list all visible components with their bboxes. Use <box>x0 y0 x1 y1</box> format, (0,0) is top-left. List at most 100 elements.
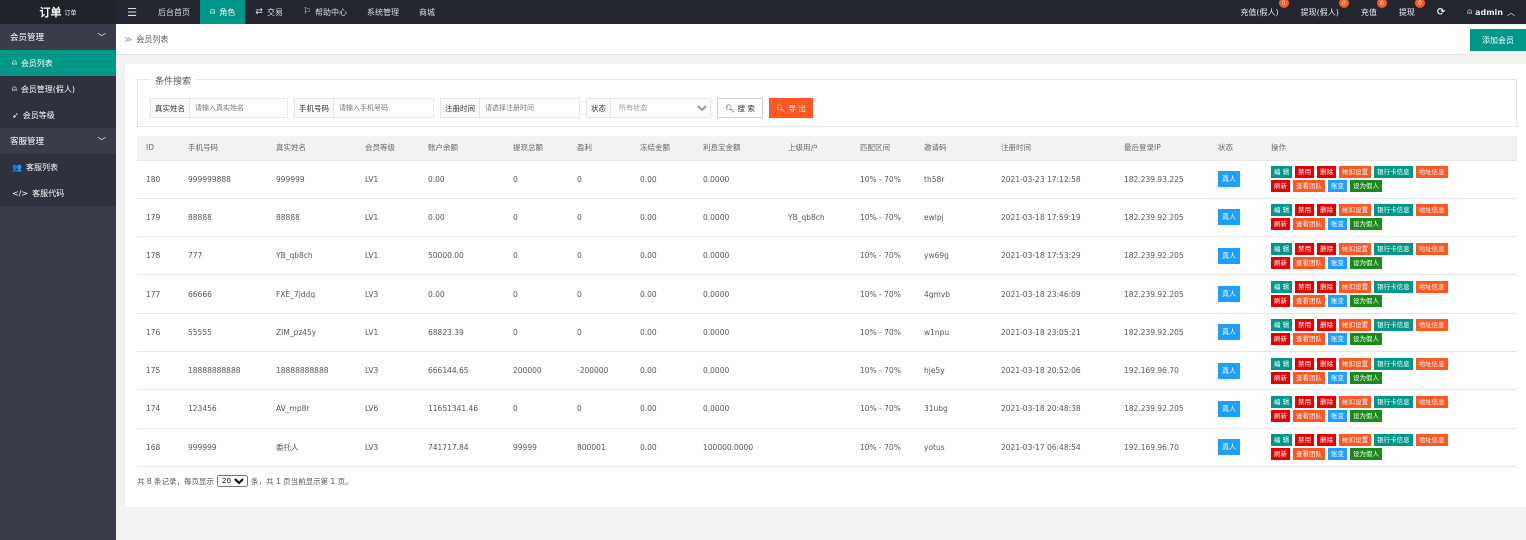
row-action-button[interactable]: 帐扣设置 <box>1339 166 1372 179</box>
add-member-button[interactable]: 添加会员 <box>1470 29 1526 51</box>
row-action-button[interactable]: 设为假人 <box>1350 371 1382 384</box>
row-action-button[interactable]: 银行卡信息 <box>1374 434 1413 447</box>
row-action-button[interactable]: 编 辑 <box>1271 434 1293 447</box>
row-action-button[interactable]: 地址信息 <box>1415 204 1448 217</box>
row-action-button[interactable]: 地址信息 <box>1415 434 1448 447</box>
row-action-button[interactable]: 刷新 <box>1271 333 1290 346</box>
sidebar-item-member-list[interactable]: ⍝ 会员列表 <box>0 50 116 76</box>
row-action-button[interactable]: 刷新 <box>1271 180 1290 193</box>
row-action-button[interactable]: 设为假人 <box>1350 333 1382 346</box>
row-action-button[interactable]: 帐扣设置 <box>1339 204 1372 217</box>
sidebar-item-service-list[interactable]: 👥 客服列表 <box>0 154 116 180</box>
row-action-button[interactable]: 设为假人 <box>1350 218 1382 231</box>
row-action-button[interactable]: 帐扣设置 <box>1339 319 1372 332</box>
search-button[interactable]: 🔍︎ 搜 索 <box>717 98 763 118</box>
realname-input[interactable] <box>190 98 288 118</box>
row-action-button[interactable]: 查看团队 <box>1293 333 1325 346</box>
row-action-button[interactable]: 禁用 <box>1295 395 1315 408</box>
nav-shop[interactable]: 商城 <box>409 0 445 24</box>
row-action-button[interactable]: 设为假人 <box>1350 180 1382 193</box>
row-action-button[interactable]: 编 辑 <box>1271 395 1293 408</box>
row-action-button[interactable]: 地址信息 <box>1415 357 1448 370</box>
row-action-button[interactable]: 帐扣设置 <box>1339 357 1372 370</box>
nav-system[interactable]: 系统管理 <box>357 0 409 24</box>
row-action-button[interactable]: 刷新 <box>1271 218 1290 231</box>
menu-icon[interactable]: ☰ <box>116 0 148 24</box>
row-action-button[interactable]: 地址信息 <box>1415 281 1448 294</box>
row-action-button[interactable]: 设为假人 <box>1350 409 1382 422</box>
user-menu[interactable]: ⍝ admin ︿ <box>1456 0 1526 24</box>
row-action-button[interactable]: 账变 <box>1328 409 1347 422</box>
row-action-button[interactable]: 禁用 <box>1295 242 1315 255</box>
row-action-button[interactable]: 地址信息 <box>1415 395 1448 408</box>
row-action-button[interactable]: 设为假人 <box>1350 448 1382 461</box>
row-action-button[interactable]: 地址信息 <box>1415 242 1448 255</box>
row-action-button[interactable]: 银行卡信息 <box>1374 319 1413 332</box>
row-action-button[interactable]: 删除 <box>1317 319 1337 332</box>
sidebar-item-service-code[interactable]: </> 客服代码 <box>0 180 116 206</box>
row-action-button[interactable]: 删除 <box>1317 242 1337 255</box>
row-action-button[interactable]: 查看团队 <box>1293 218 1325 231</box>
row-action-button[interactable]: 查看团队 <box>1293 295 1325 308</box>
export-button[interactable]: 🔍︎ 导 出 <box>768 98 813 118</box>
row-action-button[interactable]: 刷新 <box>1271 409 1290 422</box>
row-action-button[interactable]: 查看团队 <box>1293 256 1325 269</box>
row-action-button[interactable]: 编 辑 <box>1271 357 1293 370</box>
row-action-button[interactable]: 编 辑 <box>1271 204 1293 217</box>
row-action-button[interactable]: 查看团队 <box>1293 371 1325 384</box>
nav-home[interactable]: 后台首页 <box>148 0 200 24</box>
row-action-button[interactable]: 刷新 <box>1271 295 1290 308</box>
nav-recharge-fake[interactable]: 充值(假人) 0 <box>1229 0 1289 24</box>
row-action-button[interactable]: 账变 <box>1328 180 1347 193</box>
row-action-button[interactable]: 银行卡信息 <box>1374 395 1413 408</box>
sidebar-item-member-level[interactable]: ➶ 会员等级 <box>0 102 116 128</box>
row-action-button[interactable]: 银行卡信息 <box>1374 281 1413 294</box>
row-action-button[interactable]: 设为假人 <box>1350 295 1382 308</box>
row-action-button[interactable]: 银行卡信息 <box>1374 242 1413 255</box>
row-action-button[interactable]: 禁用 <box>1295 319 1315 332</box>
status-select[interactable]: 所有状态 <box>611 98 711 118</box>
row-action-button[interactable]: 地址信息 <box>1415 319 1448 332</box>
nav-role[interactable]: ⍝ 角色 <box>200 0 246 24</box>
row-action-button[interactable]: 银行卡信息 <box>1374 166 1413 179</box>
row-action-button[interactable]: 设为假人 <box>1350 256 1382 269</box>
sidebar-item-member-fake[interactable]: ⍝ 会员管理(假人) <box>0 76 116 102</box>
nav-withdraw-fake[interactable]: 提现(假人) 0 <box>1290 0 1350 24</box>
page-size-select[interactable]: 20 <box>217 475 249 487</box>
row-action-button[interactable]: 银行卡信息 <box>1374 357 1413 370</box>
row-action-button[interactable]: 删除 <box>1317 204 1337 217</box>
nav-help[interactable]: ⚐ 帮助中心 <box>293 0 357 24</box>
row-action-button[interactable]: 删除 <box>1317 281 1337 294</box>
row-action-button[interactable]: 禁用 <box>1295 281 1315 294</box>
row-action-button[interactable]: 账变 <box>1328 448 1347 461</box>
row-action-button[interactable]: 查看团队 <box>1293 180 1325 193</box>
phone-input[interactable] <box>334 98 434 118</box>
regtime-input[interactable] <box>480 98 580 118</box>
row-action-button[interactable]: 账变 <box>1328 295 1347 308</box>
nav-withdraw[interactable]: 提现 0 <box>1388 0 1426 24</box>
logo[interactable]: 订单 订单 <box>0 0 116 24</box>
sidebar-group-member[interactable]: 会员管理 ﹀ <box>0 24 116 50</box>
row-action-button[interactable]: 删除 <box>1317 395 1337 408</box>
row-action-button[interactable]: 账变 <box>1328 256 1347 269</box>
row-action-button[interactable]: 刷新 <box>1271 371 1290 384</box>
row-action-button[interactable]: 账变 <box>1328 218 1347 231</box>
row-action-button[interactable]: 查看团队 <box>1293 409 1325 422</box>
row-action-button[interactable]: 禁用 <box>1295 434 1315 447</box>
row-action-button[interactable]: 查看团队 <box>1293 448 1325 461</box>
row-action-button[interactable]: 帐扣设置 <box>1339 281 1372 294</box>
nav-trade[interactable]: ⇄ 交易 <box>245 0 293 24</box>
row-action-button[interactable]: 地址信息 <box>1415 166 1448 179</box>
row-action-button[interactable]: 删除 <box>1317 434 1337 447</box>
row-action-button[interactable]: 禁用 <box>1295 357 1315 370</box>
row-action-button[interactable]: 禁用 <box>1295 166 1315 179</box>
row-action-button[interactable]: 禁用 <box>1295 204 1315 217</box>
refresh-icon[interactable]: ⟳ <box>1426 0 1456 24</box>
row-action-button[interactable]: 账变 <box>1328 371 1347 384</box>
sidebar-group-service[interactable]: 客服管理 ﹀ <box>0 128 116 154</box>
row-action-button[interactable]: 删除 <box>1317 357 1337 370</box>
row-action-button[interactable]: 刷新 <box>1271 448 1290 461</box>
row-action-button[interactable]: 帐扣设置 <box>1339 434 1372 447</box>
row-action-button[interactable]: 编 辑 <box>1271 242 1293 255</box>
row-action-button[interactable]: 银行卡信息 <box>1374 204 1413 217</box>
